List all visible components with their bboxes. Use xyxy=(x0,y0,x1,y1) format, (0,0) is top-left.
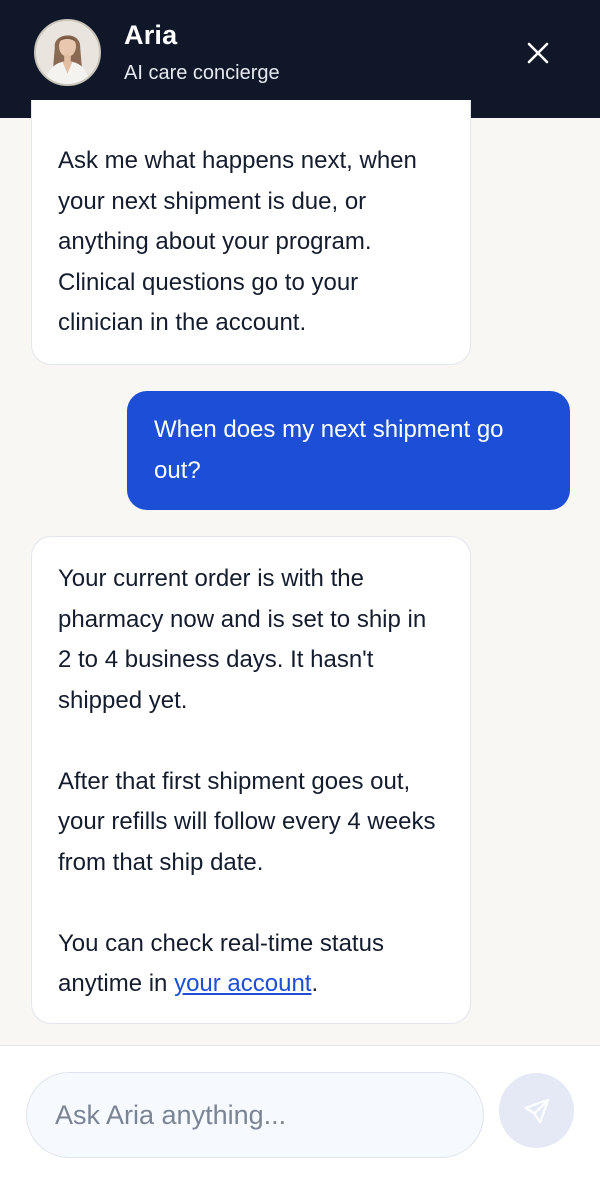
close-icon xyxy=(527,42,549,64)
assistant-subtitle: AI care concierge xyxy=(124,62,280,84)
message-text: Ask me what happens next, when your next… xyxy=(58,147,417,336)
avatar-portrait-icon xyxy=(34,19,101,86)
message-text: You can check real-time status anytime i… xyxy=(58,924,444,1005)
message-text: When does my next shipment go out? xyxy=(154,416,504,484)
assistant-message: Your current order is with the pharmacy … xyxy=(31,536,471,1024)
close-button[interactable] xyxy=(518,33,558,73)
account-link[interactable]: your account xyxy=(174,970,311,997)
user-message: When does my next shipment go out? xyxy=(127,391,570,510)
message-input[interactable] xyxy=(26,1072,484,1158)
assistant-name: Aria xyxy=(124,20,178,50)
message-text: Your current order is with the pharmacy … xyxy=(58,565,427,714)
message-text: After that first shipment goes out, your… xyxy=(58,767,436,876)
message-text-fragment: . xyxy=(311,970,319,997)
send-button[interactable] xyxy=(499,1073,574,1148)
composer-bar xyxy=(0,1045,600,1183)
assistant-message: Ask me what happens next, when your next… xyxy=(31,100,471,365)
send-icon xyxy=(524,1098,549,1123)
